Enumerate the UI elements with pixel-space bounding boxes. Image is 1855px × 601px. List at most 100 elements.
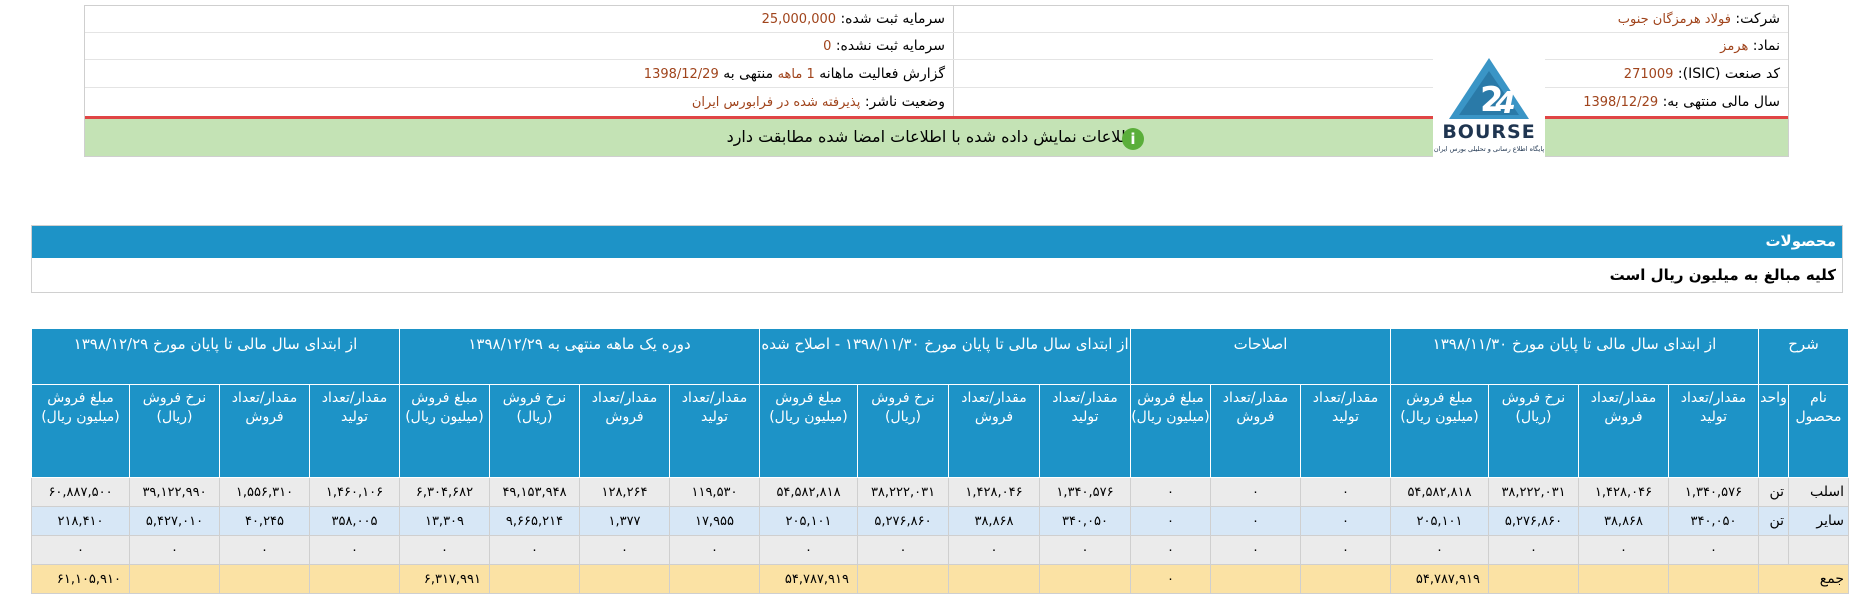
- table-cell: ۰: [1210, 535, 1301, 565]
- table-cell: ۵۴,۵۸۲,۸۱۸: [1390, 477, 1489, 507]
- registered-capital-field: سرمایه ثبت شده: 25,000,000: [762, 6, 945, 32]
- svg-text:4: 4: [1494, 86, 1516, 121]
- publisher-field: وضعیت ناشر: پذیرفته شده در فرابورس ایران: [692, 89, 945, 115]
- table-cell: ۳۴۰,۰۵۰: [1039, 506, 1131, 536]
- table-cell: ۱,۴۶۰,۱۰۶: [309, 477, 400, 507]
- registered-capital-value: 25,000,000: [761, 12, 837, 27]
- column-header: مقدار/تعداد تولید: [1039, 384, 1131, 478]
- product-name-cell: [1788, 535, 1849, 565]
- table-cell: ۳۹,۱۲۲,۹۹۰: [129, 477, 220, 507]
- column-header: مقدار/تعداد تولید: [1668, 384, 1759, 478]
- table-cell: ۲۰۵,۱۰۱: [1390, 506, 1489, 536]
- report-prefix: گزارش فعالیت ماهانه: [819, 66, 945, 82]
- report-period: 1 ماهه: [777, 67, 815, 82]
- table-cell: ۵۴,۵۸۲,۸۱۸: [759, 477, 858, 507]
- group-header-ytd-adjusted: از ابتدای سال مالی تا پایان مورخ ۱۳۹۸/۱۱…: [759, 328, 1131, 385]
- company-label: شرکت:: [1735, 11, 1780, 27]
- table-cell: ۶۰,۸۸۷,۵۰۰: [31, 477, 130, 507]
- bourse-logo: 2 4 BOURSE پایگاه اطلاع رسانی و تحلیلی ب…: [1433, 41, 1545, 159]
- table-cell: ۰: [1130, 535, 1211, 565]
- symbol-value[interactable]: هرمز: [1720, 39, 1748, 54]
- table-cell: ۵,۴۲۷,۰۱۰: [129, 506, 220, 536]
- table-cell: ۳۵۸,۰۰۵: [309, 506, 400, 536]
- table-cell: ۵,۲۷۶,۸۶۰: [1488, 506, 1579, 536]
- total-sales-ytd-adjusted: ۵۴,۷۸۷,۹۱۹: [759, 564, 858, 594]
- report-mid: منتهی به: [723, 66, 774, 82]
- table-cell: ۰: [309, 535, 400, 565]
- table-cell: ۰: [1300, 506, 1391, 536]
- symbol-field: نماد: هرمز: [1720, 33, 1780, 59]
- column-header: مقدار/تعداد فروش: [579, 384, 670, 478]
- table-cell: ۹,۶۶۵,۲۱۴: [489, 506, 580, 536]
- table-cell: ۱۱۹,۵۳۰: [669, 477, 760, 507]
- column-header: نرخ فروش (ریال): [857, 384, 949, 478]
- table-cell: ۰: [1210, 477, 1301, 507]
- table-cell: ۱,۵۵۶,۳۱۰: [219, 477, 310, 507]
- fiscal-label: سال مالی منتهی به:: [1662, 94, 1780, 110]
- table-cell: ۰: [129, 535, 220, 565]
- column-header: مقدار/تعداد تولید: [669, 384, 760, 478]
- column-header: مقدار/تعداد تولید: [1300, 384, 1391, 478]
- products-header: محصولات: [32, 226, 1842, 258]
- unregistered-capital-label: سرمایه ثبت نشده:: [835, 38, 945, 54]
- unit-cell: [1758, 535, 1789, 565]
- total-adjustment-sales: ۰: [1130, 564, 1211, 594]
- group-header-one-month: دوره یک ماهه منتهی به ۱۳۹۸/۱۲/۲۹: [399, 328, 760, 385]
- table-cell: ۱,۴۲۸,۰۴۶: [1578, 477, 1669, 507]
- production-sales-table: شرح از ابتدای سال مالی تا پایان مورخ ۱۳۹…: [31, 328, 1849, 594]
- table-cell: ۱,۳۷۷: [579, 506, 670, 536]
- notice-text: اطلاعات نمایش داده شده با اطلاعات امضا ش…: [726, 127, 1138, 146]
- column-header: نرخ فروش (ریال): [129, 384, 220, 478]
- publisher-value: پذیرفته شده در فرابورس ایران: [691, 95, 861, 110]
- table-cell: ۱۲۸,۲۶۴: [579, 477, 670, 507]
- table-cell: ۱,۳۴۰,۵۷۶: [1668, 477, 1759, 507]
- column-header: مقدار/تعداد فروش: [1578, 384, 1669, 478]
- table-cell: ۰: [857, 535, 949, 565]
- company-field: شرکت: فولاد هرمزگان جنوب: [1618, 6, 1780, 32]
- total-label: جمع: [1758, 564, 1849, 594]
- table-cell: ۱,۳۴۰,۵۷۶: [1039, 477, 1131, 507]
- registered-capital-label: سرمایه ثبت شده:: [840, 11, 945, 27]
- publisher-label: وضعیت ناشر:: [864, 94, 945, 110]
- table-cell: ۰: [1578, 535, 1669, 565]
- table-cell: ۰: [1210, 506, 1301, 536]
- unregistered-capital-value: 0: [823, 39, 832, 54]
- company-value[interactable]: فولاد هرمزگان جنوب: [1618, 12, 1731, 27]
- bourse-logo-mark: 2 4 BOURSE پایگاه اطلاع رسانی و تحلیلی ب…: [1434, 58, 1544, 153]
- table-cell: ۰: [399, 535, 490, 565]
- unit-cell: تن: [1758, 477, 1789, 507]
- products-panel: محصولات کلیه مبالغ به میلیون ریال است: [31, 225, 1843, 293]
- table-cell: ۰: [669, 535, 760, 565]
- table-row: اسلب تن ۱,۳۴۰,۵۷۶ ۱,۴۲۸,۰۴۶ ۳۸,۲۲۲,۰۳۱ ۵۴,۵۸۲…: [31, 477, 1849, 507]
- table-cell: ۳۸,۲۲۲,۰۳۱: [1488, 477, 1579, 507]
- table-cell: ۰: [759, 535, 858, 565]
- report-field: گزارش فعالیت ماهانه 1 ماهه منتهی به 1398…: [644, 61, 945, 87]
- table-cell: ۳۴۰,۰۵۰: [1668, 506, 1759, 536]
- table-cell: ۰: [1039, 535, 1131, 565]
- info-row-company: شرکت: فولاد هرمزگان جنوب سرمایه ثبت شده:…: [85, 6, 1788, 33]
- products-subtitle: کلیه مبالغ به میلیون ریال است: [1609, 266, 1836, 284]
- table-cell: ۳۸,۸۶۸: [948, 506, 1040, 536]
- product-name-cell: سایر: [1788, 506, 1849, 536]
- table-cell: ۳۸,۲۲۲,۰۳۱: [857, 477, 949, 507]
- table-cell: ۰: [948, 535, 1040, 565]
- table-cell: ۲۱۸,۴۱۰: [31, 506, 130, 536]
- table-cell: ۰: [579, 535, 670, 565]
- column-header: مبلغ فروش (میلیون ریال): [1130, 384, 1211, 478]
- table-column-header-row: نام محصول واحد مقدار/تعداد تولید مقدار/ت…: [31, 384, 1849, 478]
- table-cell: ۰: [1668, 535, 1759, 565]
- column-header: مبلغ فروش (میلیون ریال): [759, 384, 858, 478]
- total-sales-one-month: ۶,۳۱۷,۹۹۱: [399, 564, 490, 594]
- table-cell: ۰: [1390, 535, 1489, 565]
- column-header: مقدار/تعداد تولید: [309, 384, 400, 478]
- group-header-ytd-1130: از ابتدای سال مالی تا پایان مورخ ۱۳۹۸/۱۱…: [1390, 328, 1759, 385]
- info-icon: i: [1122, 128, 1144, 150]
- total-sales-ytd-1229: ۶۱,۱۰۵,۹۱۰: [31, 564, 130, 594]
- column-header: واحد: [1758, 384, 1789, 478]
- table-row: ۰۰۰۰۰۰۰۰۰۰۰۰۰۰۰۰۰۰۰: [31, 535, 1849, 565]
- isic-field: کد صنعت (ISIC): 271009: [1624, 61, 1780, 87]
- column-header: مبلغ فروش (میلیون ریال): [1390, 384, 1489, 478]
- isic-value: 271009: [1623, 67, 1674, 82]
- group-header-adjustments: اصلاحات: [1130, 328, 1391, 385]
- column-header: نام محصول: [1788, 384, 1849, 478]
